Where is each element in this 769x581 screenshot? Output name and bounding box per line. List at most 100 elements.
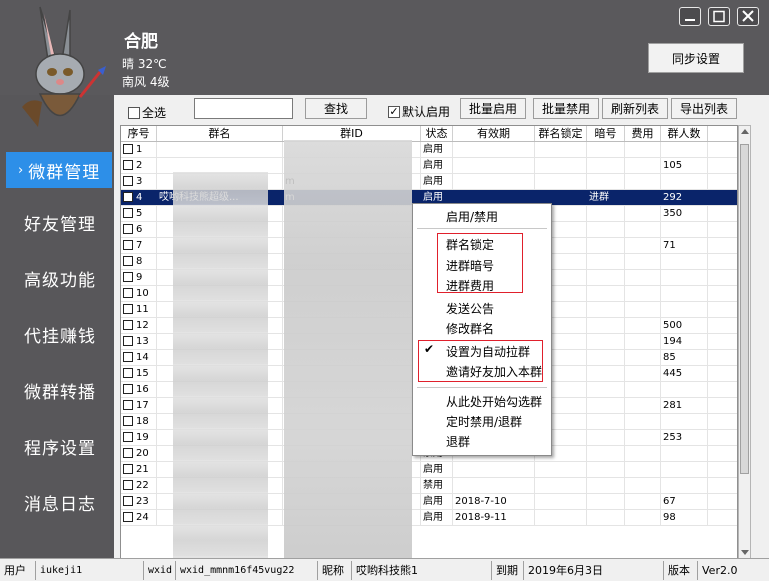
menu-item-timed-disable[interactable]: 定时禁用/退群 — [446, 413, 522, 430]
row-checkbox[interactable] — [123, 304, 133, 314]
row-index-text: 24 — [136, 512, 149, 523]
row-checkbox[interactable] — [123, 336, 133, 346]
menu-item-auto-pull[interactable]: 设置为自动拉群 — [446, 343, 530, 360]
row-checkbox[interactable] — [123, 496, 133, 506]
cell-expiry — [453, 174, 535, 189]
scroll-down-icon[interactable] — [741, 550, 749, 556]
menu-item-select-from-here[interactable]: 从此处开始勾选群 — [446, 393, 542, 410]
sync-settings-button[interactable]: 同步设置 — [648, 43, 744, 73]
col-header-fee[interactable]: 费用 — [625, 126, 661, 141]
row-checkbox[interactable] — [123, 368, 133, 378]
cell-code — [587, 462, 625, 477]
col-header-index[interactable]: 序号 — [121, 126, 157, 141]
checkbox[interactable] — [128, 106, 140, 119]
menu-item-join-fee[interactable]: 进群费用 — [446, 277, 494, 294]
table-row[interactable]: 1 启用 — [121, 142, 737, 158]
row-checkbox[interactable] — [123, 480, 133, 490]
cell-member-count: 445 — [661, 366, 708, 381]
refresh-list-button[interactable]: 刷新列表 — [602, 98, 668, 119]
row-checkbox[interactable] — [123, 512, 133, 522]
cell-fee — [625, 446, 661, 461]
cell-expiry — [453, 142, 535, 157]
row-checkbox[interactable] — [123, 432, 133, 442]
search-button[interactable]: 查找 — [305, 98, 367, 119]
row-checkbox[interactable] — [123, 256, 133, 266]
nav-item-advanced[interactable]: 高级功能 — [0, 250, 114, 306]
row-checkbox[interactable] — [123, 320, 133, 330]
vertical-scrollbar[interactable] — [738, 125, 751, 561]
scroll-up-icon[interactable] — [741, 129, 749, 135]
row-checkbox[interactable] — [123, 144, 133, 154]
menu-item-enable-disable[interactable]: 启用/禁用 — [446, 208, 498, 225]
row-checkbox[interactable] — [123, 160, 133, 170]
row-checkbox[interactable] — [123, 384, 133, 394]
cell-code — [587, 430, 625, 445]
cell-fee — [625, 270, 661, 285]
menu-item-invite-friends[interactable]: 邀请好友加入本群 — [446, 363, 542, 380]
nav-label: 微群管理 — [28, 162, 101, 183]
weather-wind: 南风 4级 — [122, 75, 170, 89]
cell-code — [587, 286, 625, 301]
nav-item-friend-management[interactable]: 好友管理 — [0, 194, 114, 250]
close-button[interactable] — [737, 7, 759, 26]
select-all-checkbox[interactable]: 全选 — [128, 104, 166, 121]
scrollbar-thumb[interactable] — [740, 144, 749, 474]
menu-item-quit[interactable]: 退群 — [446, 433, 470, 450]
row-checkbox[interactable] — [123, 176, 133, 186]
row-checkbox[interactable] — [123, 192, 133, 202]
nav-item-logs[interactable]: 消息日志 — [0, 474, 114, 530]
export-list-button[interactable]: 导出列表 — [671, 98, 737, 119]
cell-status: 启用 — [421, 494, 453, 509]
cell-code — [587, 478, 625, 493]
row-checkbox[interactable] — [123, 400, 133, 410]
batch-enable-button[interactable]: 批量启用 — [460, 98, 526, 119]
search-input[interactable] — [194, 98, 293, 119]
cell-member-count: 98 — [661, 510, 708, 525]
nav-item-settings[interactable]: 程序设置 — [0, 418, 114, 474]
row-index-text: 4 — [136, 192, 143, 203]
maximize-button[interactable] — [708, 7, 730, 26]
col-header-member-count[interactable]: 群人数 — [661, 126, 708, 141]
nav-item-broadcast[interactable]: 微群转播 — [0, 362, 114, 418]
batch-disable-button[interactable]: 批量禁用 — [533, 98, 599, 119]
row-checkbox[interactable] — [123, 448, 133, 458]
row-checkbox[interactable] — [123, 208, 133, 218]
cell-index: 5 — [121, 206, 157, 221]
cell-member-count — [661, 270, 708, 285]
cell-code — [587, 350, 625, 365]
cell-name-lock — [535, 142, 587, 157]
cell-code — [587, 302, 625, 317]
col-header-name[interactable]: 群名 — [157, 126, 283, 141]
row-checkbox[interactable] — [123, 352, 133, 362]
row-checkbox[interactable] — [123, 464, 133, 474]
cell-fee — [625, 318, 661, 333]
cell-member-count: 292 — [661, 190, 708, 205]
menu-item-join-code[interactable]: 进群暗号 — [446, 257, 494, 274]
row-checkbox[interactable] — [123, 224, 133, 234]
row-checkbox[interactable] — [123, 416, 133, 426]
menu-item-announce[interactable]: 发送公告 — [446, 300, 494, 317]
cell-name-lock — [535, 174, 587, 189]
col-header-id[interactable]: 群ID — [283, 126, 421, 141]
col-header-code[interactable]: 暗号 — [587, 126, 625, 141]
weather-condition: 晴 32℃ — [122, 57, 167, 71]
menu-item-rename[interactable]: 修改群名 — [446, 320, 494, 337]
col-header-expiry[interactable]: 有效期 — [453, 126, 535, 141]
cell-index: 1 — [121, 142, 157, 157]
default-enable-checkbox[interactable]: ✓ 默认启用 — [388, 103, 450, 120]
blurred-ids — [284, 140, 412, 560]
cell-fee — [625, 414, 661, 429]
col-header-name-lock[interactable]: 群名锁定 — [535, 126, 587, 141]
row-checkbox[interactable] — [123, 240, 133, 250]
checkbox-checked[interactable]: ✓ — [388, 105, 400, 118]
row-checkbox[interactable] — [123, 272, 133, 282]
menu-item-lock-name[interactable]: 群名锁定 — [446, 236, 494, 253]
cell-fee — [625, 334, 661, 349]
row-checkbox[interactable] — [123, 288, 133, 298]
nav-item-hosting[interactable]: 代挂赚钱 — [0, 306, 114, 362]
nav-item-group-management[interactable]: › 微群管理 — [6, 152, 112, 188]
minimize-button[interactable] — [679, 7, 701, 26]
cell-member-count: 85 — [661, 350, 708, 365]
col-header-status[interactable]: 状态 — [421, 126, 453, 141]
menu-separator — [417, 228, 547, 229]
